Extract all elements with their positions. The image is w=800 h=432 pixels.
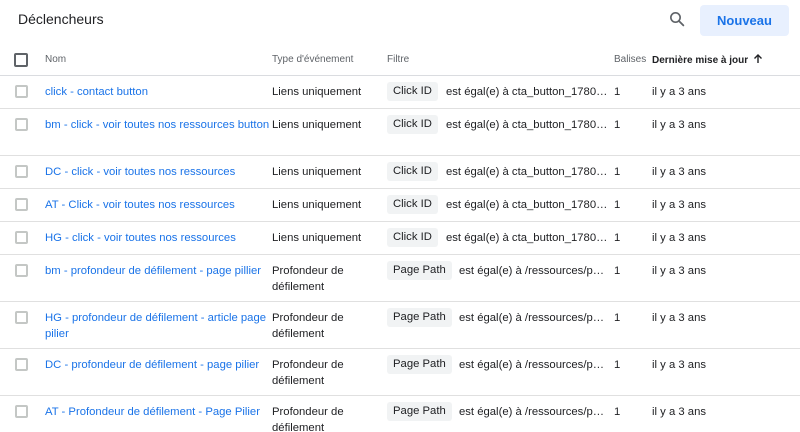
search-icon [670, 12, 685, 27]
filter-variable-chip: Page Path [387, 355, 452, 374]
filter-variable-chip: Page Path [387, 261, 452, 280]
last-updated: il y a 3 ans [652, 199, 707, 211]
filter-condition: est égal(e) à /ressources/p… [459, 359, 605, 371]
tag-count: 1 [614, 86, 621, 98]
filter-variable-chip: Click ID [387, 82, 438, 101]
table-row: click - contact button Liens uniquement … [0, 76, 800, 109]
table-row: HG - profondeur de défilement - article … [0, 302, 800, 349]
filter-condition: est égal(e) à cta_button_1780… [446, 199, 608, 211]
table-header: Nom Type d'événement Filtre Balises Dern… [0, 43, 800, 76]
last-updated: il y a 3 ans [652, 265, 707, 277]
trigger-name-link[interactable]: click - contact button [45, 84, 270, 100]
table-row: bm - profondeur de défilement - page pil… [0, 255, 800, 302]
filter-condition: est égal(e) à /ressources/p… [459, 265, 605, 277]
row-checkbox[interactable] [15, 311, 28, 324]
event-type: Liens uniquement [272, 199, 362, 211]
last-updated: il y a 3 ans [652, 119, 707, 131]
last-updated: il y a 3 ans [652, 312, 707, 324]
trigger-name-link[interactable]: DC - profondeur de défilement - page pil… [45, 357, 270, 373]
tag-count: 1 [614, 406, 621, 418]
filter-condition: est égal(e) à cta_button_1780… [446, 119, 608, 131]
event-type: Profondeur de défilement [272, 265, 344, 293]
last-updated: il y a 3 ans [652, 86, 707, 98]
column-header-last-updated[interactable]: Dernière mise à jour [652, 54, 763, 66]
last-updated: il y a 3 ans [652, 406, 707, 418]
trigger-name-link[interactable]: HG - profondeur de défilement - article … [45, 310, 270, 342]
column-header-name[interactable]: Nom [45, 54, 66, 65]
new-trigger-button[interactable]: Nouveau [700, 5, 789, 36]
row-checkbox[interactable] [15, 118, 28, 131]
filter-variable-chip: Page Path [387, 402, 452, 421]
tag-count: 1 [614, 265, 621, 277]
tag-count: 1 [614, 119, 621, 131]
filter-condition: est égal(e) à cta_button_1780… [446, 86, 608, 98]
filter-variable-chip: Click ID [387, 162, 438, 181]
event-type: Profondeur de défilement [272, 359, 344, 387]
last-updated: il y a 3 ans [652, 232, 707, 244]
trigger-name-link[interactable]: HG - click - voir toutes nos ressources [45, 230, 270, 246]
filter-condition: est égal(e) à /ressources/p… [459, 406, 605, 418]
row-checkbox[interactable] [15, 85, 28, 98]
last-updated: il y a 3 ans [652, 166, 707, 178]
trigger-name-link[interactable]: AT - Profondeur de défilement - Page Pil… [45, 404, 270, 420]
arrow-up-icon [753, 54, 762, 63]
column-header-filter[interactable]: Filtre [387, 54, 409, 65]
table-row: bm - click - voir toutes nos ressources … [0, 109, 800, 156]
trigger-name-link[interactable]: bm - profondeur de défilement - page pil… [45, 263, 270, 279]
search-button[interactable] [664, 6, 690, 32]
tag-count: 1 [614, 359, 621, 371]
select-all-checkbox[interactable] [14, 53, 28, 67]
column-header-event-type[interactable]: Type d'événement [272, 54, 353, 65]
table-row: DC - click - voir toutes nos ressources … [0, 156, 800, 189]
event-type: Liens uniquement [272, 86, 362, 98]
table-row: DC - profondeur de défilement - page pil… [0, 349, 800, 396]
tag-count: 1 [614, 312, 621, 324]
last-updated: il y a 3 ans [652, 359, 707, 371]
row-checkbox[interactable] [15, 264, 28, 277]
event-type: Liens uniquement [272, 166, 362, 178]
tag-count: 1 [614, 232, 621, 244]
event-type: Liens uniquement [272, 119, 362, 131]
event-type: Profondeur de défilement [272, 312, 344, 340]
column-header-last-updated-label: Dernière mise à jour [652, 55, 749, 66]
row-checkbox[interactable] [15, 358, 28, 371]
table-row: AT - Click - voir toutes nos ressources … [0, 189, 800, 222]
trigger-name-link[interactable]: DC - click - voir toutes nos ressources [45, 164, 270, 180]
event-type: Liens uniquement [272, 232, 362, 244]
table-row: AT - Profondeur de défilement - Page Pil… [0, 396, 800, 432]
row-checkbox[interactable] [15, 405, 28, 418]
trigger-name-link[interactable]: bm - click - voir toutes nos ressources … [45, 117, 270, 133]
row-checkbox[interactable] [15, 198, 28, 211]
trigger-name-link[interactable]: AT - Click - voir toutes nos ressources [45, 197, 270, 213]
filter-variable-chip: Click ID [387, 228, 438, 247]
page-title: Déclencheurs [18, 11, 104, 27]
tag-count: 1 [614, 166, 621, 178]
row-checkbox[interactable] [15, 231, 28, 244]
filter-condition: est égal(e) à /ressources/p… [459, 312, 605, 324]
filter-variable-chip: Click ID [387, 115, 438, 134]
row-checkbox[interactable] [15, 165, 28, 178]
filter-variable-chip: Page Path [387, 308, 452, 327]
top-bar: Déclencheurs Nouveau [0, 0, 800, 40]
event-type: Profondeur de défilement [272, 406, 344, 432]
table-row: HG - click - voir toutes nos ressources … [0, 222, 800, 255]
filter-condition: est égal(e) à cta_button_1780… [446, 166, 608, 178]
tag-count: 1 [614, 199, 621, 211]
column-header-tags[interactable]: Balises [614, 54, 646, 65]
filter-condition: est égal(e) à cta_button_1780… [446, 232, 608, 244]
filter-variable-chip: Click ID [387, 195, 438, 214]
